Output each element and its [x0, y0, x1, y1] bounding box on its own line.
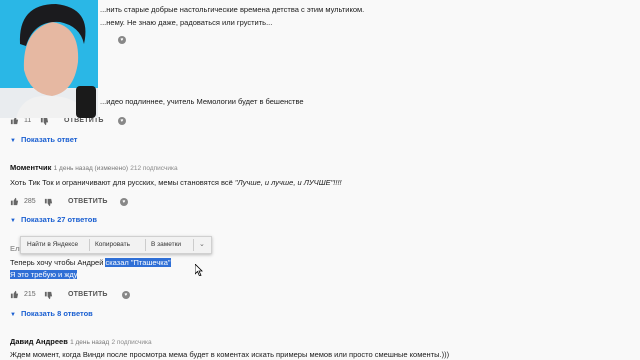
menu-item-notes[interactable]: В заметки — [151, 241, 181, 248]
comment-text-italic: "Лучше, и лучше, и ЛУЧШЕ"!!!! — [234, 178, 342, 187]
reply-button[interactable]: ОТВЕТИТЬ — [64, 117, 104, 124]
chevron-down-icon[interactable]: ⌄ — [199, 240, 205, 248]
heart-icon: ♥ — [118, 36, 126, 44]
show-replies-label: Показать 27 ответов — [20, 215, 97, 224]
selected-text: сказал "Пташечка" — [105, 258, 171, 267]
heart-icon: ♥ — [122, 291, 130, 299]
context-menu: Найти в Яндексе Копировать В заметки ⌄ — [20, 236, 212, 254]
subscriber-count: 212 подписчика — [130, 165, 178, 172]
comment-text-plain: Хоть Тик Ток и ограничивают для русских,… — [10, 178, 235, 187]
selected-text: Я это требую и жду — [10, 270, 78, 279]
comment-text-line: ...идео подлиннее, учитель Мемологии буд… — [100, 97, 304, 106]
show-replies-button[interactable]: ▼ Показать ответ — [10, 135, 77, 144]
show-replies-label: Показать 8 ответов — [20, 309, 93, 318]
chevron-down-icon: ▼ — [10, 138, 16, 144]
heart-icon: ♥ — [120, 198, 128, 206]
thumb-down-icon[interactable] — [40, 117, 49, 126]
thumb-up-icon[interactable] — [10, 197, 19, 206]
comment-author[interactable]: Моментчик — [10, 163, 51, 172]
comment-date: 1 день назад — [70, 339, 110, 346]
comment-text-plain: Теперь хочу чтобы Андрей — [10, 258, 106, 267]
like-count: 215 — [24, 291, 36, 298]
comment-date: 1 день назад (изменено) — [53, 165, 128, 172]
reply-button[interactable]: ОТВЕТИТЬ — [68, 291, 108, 298]
comment-text: Ждем момент, когда Винди после просмотра… — [10, 350, 450, 359]
mouse-cursor-icon — [195, 264, 203, 276]
show-replies-button[interactable]: ▼ Показать 8 ответов — [10, 309, 93, 318]
show-replies-label: Показать ответ — [20, 135, 78, 144]
subscriber-count: 2 подписчика — [111, 339, 152, 346]
like-count: 285 — [24, 198, 36, 205]
comments-page: ...нить старые добрые настольгические вр… — [0, 0, 640, 360]
chevron-down-icon: ▼ — [10, 218, 16, 224]
like-count: 11 — [24, 117, 32, 124]
comment-text: Хоть Тик Ток и ограничивают для русских,… — [10, 178, 342, 187]
show-replies-button[interactable]: ▼ Показать 27 ответов — [10, 215, 97, 224]
reply-button[interactable]: ОТВЕТИТЬ — [68, 198, 108, 205]
comment-text: Теперь хочу чтобы Андрей сказал "Пташечк… — [10, 258, 171, 267]
streamer-face-image — [0, 0, 98, 118]
thumb-down-icon[interactable] — [44, 291, 53, 300]
menu-item-copy[interactable]: Копировать — [95, 241, 130, 248]
thumb-down-icon[interactable] — [44, 198, 53, 207]
chevron-down-icon: ▼ — [10, 312, 16, 318]
comment-author[interactable]: Давид Андреев — [10, 337, 68, 346]
comment-header: Давид Андреев 1 день назад 2 подписчика — [10, 337, 152, 346]
thumb-up-icon[interactable] — [10, 290, 19, 299]
comment-header: Моментчик 1 день назад (изменено) 212 по… — [10, 163, 178, 172]
comment-text-line: ...нему. Не знаю даже, радоваться или гр… — [100, 18, 273, 27]
webcam-overlay — [0, 0, 98, 118]
menu-item-find-yandex[interactable]: Найти в Яндексе — [27, 241, 78, 248]
comment-author[interactable]: Ел — [10, 244, 20, 253]
heart-icon: ♥ — [118, 117, 126, 125]
comment-text-line: ...нить старые добрые настольгические вр… — [100, 5, 365, 14]
